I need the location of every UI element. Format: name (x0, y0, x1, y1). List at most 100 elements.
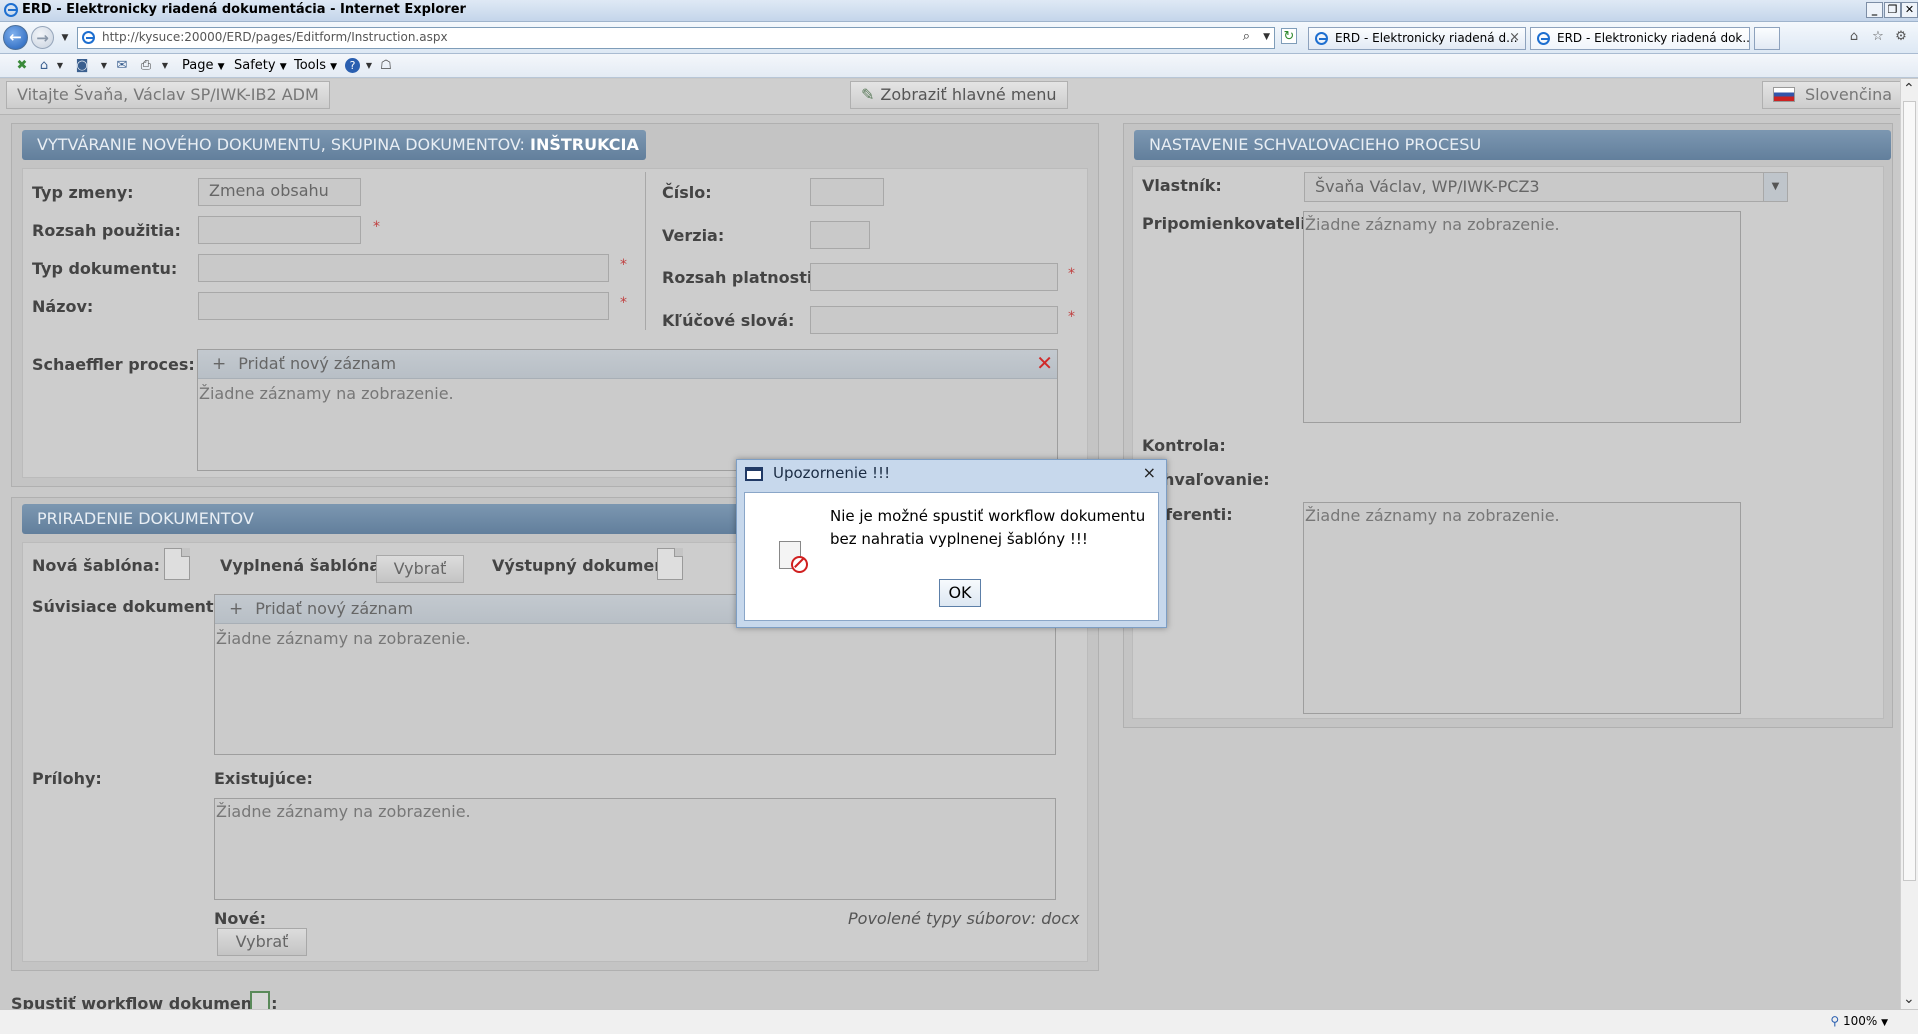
control-label: Kontrola: (1142, 436, 1226, 455)
scroll-down-icon[interactable]: ⌄ (1903, 991, 1915, 1007)
ok-button[interactable]: OK (939, 579, 981, 607)
menu-tools-label: Tools (294, 58, 327, 73)
home-dropdown-icon[interactable]: ▼ (52, 58, 68, 74)
chevron-down-icon[interactable]: ▼ (1763, 173, 1787, 201)
feeds-icon[interactable]: ◙ (74, 58, 90, 74)
pdf-document-icon[interactable] (657, 548, 683, 580)
compatibility-icon[interactable]: ✖ (14, 58, 30, 74)
existing-attachments-list: Žiadne záznamy na zobrazenie. (214, 798, 1056, 900)
address-url[interactable]: http://kysuce:20000/ERD/pages/Editform/I… (102, 30, 448, 44)
help-dropdown-icon[interactable]: ▼ (361, 58, 377, 74)
zoom-level: 100% (1842, 1014, 1878, 1028)
history-dropdown-icon[interactable]: ▼ (57, 30, 73, 46)
attachments-label: Prílohy: (32, 769, 102, 788)
required-mark: * (373, 219, 380, 235)
column-divider (645, 172, 646, 330)
owner-select[interactable]: Švaňa Václav, WP/IWK-PCZ3 ▼ (1304, 172, 1788, 202)
name-label: Názov: (32, 297, 94, 316)
navigation-bar: ← → ▼ http://kysuce:20000/ERD/pages/Edit… (0, 22, 1918, 54)
doc-type-field[interactable] (198, 254, 609, 282)
forward-arrow-icon[interactable]: → (31, 26, 54, 49)
language-label: Slovenčina (1805, 85, 1893, 104)
add-related-document-button[interactable]: + Pridať nový záznam (229, 599, 413, 619)
browser-tab-2-label: ERD - Elektronicky riadená dok... (1557, 31, 1750, 45)
dialog-window-icon (745, 467, 763, 481)
search-icon[interactable]: ⌕ (1243, 29, 1250, 44)
process-grid-header: + Pridať nový záznam ✕ (198, 350, 1057, 379)
zoom-control[interactable]: ⚲ 100% ▼ (1830, 1014, 1888, 1028)
slovak-flag-icon (1773, 87, 1795, 102)
change-type-field[interactable]: Zmena obsahu (198, 178, 361, 206)
version-field[interactable] (810, 221, 870, 249)
browser-tab-1[interactable]: ERD - Elektronicky riadená d... × (1308, 27, 1526, 50)
select-filled-template-button[interactable]: Vybrať (376, 555, 464, 583)
add-process-label: Pridať nový záznam (238, 354, 397, 373)
reviewers-empty-text: Žiadne záznamy na zobrazenie. (1305, 215, 1560, 234)
print-dropdown-icon[interactable]: ▼ (157, 58, 173, 74)
version-label: Verzia: (662, 226, 725, 245)
keywords-field[interactable] (810, 306, 1058, 334)
blocked-document-icon (779, 541, 808, 573)
status-bar: ⚲ 100% ▼ (0, 1009, 1918, 1034)
referents-empty-text: Žiadne záznamy na zobrazenie. (1305, 506, 1560, 525)
refresh-icon[interactable]: ↻ (1281, 28, 1297, 44)
home-toolbar-icon[interactable]: ⌂ (36, 58, 52, 74)
window-titlebar: ERD - Elektronicky riadená dokumentácia … (0, 0, 1918, 22)
new-tab-button[interactable] (1754, 27, 1780, 50)
settings-gear-icon[interactable]: ⚙ (1893, 29, 1909, 45)
usage-scope-label: Rozsah použitia: (32, 221, 181, 240)
close-window-icon[interactable]: ✕ (1901, 2, 1918, 18)
filled-template-label: Vyplnená šablóna: (220, 556, 387, 575)
language-button[interactable]: Slovenčina (1762, 81, 1904, 109)
menu-tools[interactable]: Tools ▼ (294, 58, 337, 73)
process-grid: + Pridať nový záznam ✕ Žiadne záznamy na … (197, 349, 1058, 471)
existing-label: Existujúce: (214, 769, 313, 788)
browser-tab-2[interactable]: ERD - Elektronicky riadená dok... (1530, 27, 1750, 50)
related-documents-label: Súvisiace dokumenty: (32, 597, 231, 616)
usage-scope-field[interactable] (198, 216, 361, 244)
scroll-up-icon[interactable]: ⌃ (1903, 81, 1915, 97)
home-icon[interactable]: ⌂ (1846, 29, 1862, 45)
address-dropdown-icon[interactable]: ▼ (1263, 32, 1270, 42)
change-type-label: Typ zmeny: (32, 183, 134, 202)
back-arrow-icon[interactable]: ← (3, 25, 28, 50)
menu-page[interactable]: Page ▼ (182, 58, 225, 73)
page-header: Vitajte Švaňa, Václav SP/IWK-IB2 ADM ✎ Zo… (0, 79, 1904, 115)
validity-scope-field[interactable] (810, 263, 1058, 291)
research-icon[interactable]: ☖ (378, 58, 394, 74)
warning-dialog: Upozornenie !!! × Nie je možné spustiť w… (736, 459, 1167, 628)
word-document-icon[interactable] (164, 548, 190, 580)
help-icon[interactable]: ? (345, 58, 360, 73)
dialog-close-icon[interactable]: × (1143, 463, 1156, 482)
number-field[interactable] (810, 178, 884, 206)
vertical-scrollbar[interactable]: ⌃ ⌄ (1900, 79, 1918, 1009)
menu-safety[interactable]: Safety ▼ (234, 58, 287, 73)
clear-x-icon[interactable]: ✕ (1036, 349, 1053, 377)
new-template-label: Nová šablóna: (32, 556, 161, 575)
start-workflow-checkbox[interactable] (250, 991, 270, 1011)
new-attachments-label: Nové: (214, 909, 267, 928)
main-menu-button[interactable]: ✎ Zobraziť hlavné menu (850, 81, 1068, 109)
allowed-types-text: Povolené typy súborov: docx (848, 909, 1080, 928)
print-icon[interactable]: ⎙ (138, 58, 154, 74)
menu-page-label: Page (182, 58, 214, 73)
restore-icon[interactable]: ❐ (1884, 2, 1901, 18)
required-mark: * (1068, 266, 1075, 282)
feeds-dropdown-icon[interactable]: ▼ (96, 58, 112, 74)
menu-safety-label: Safety (234, 58, 276, 73)
mail-icon[interactable]: ✉ (114, 58, 130, 74)
favorites-star-icon[interactable]: ☆ (1870, 29, 1886, 45)
address-bar[interactable]: http://kysuce:20000/ERD/pages/Editform/I… (77, 27, 1275, 49)
add-process-button[interactable]: + Pridať nový záznam (212, 354, 397, 374)
minimize-icon[interactable]: _ (1866, 2, 1883, 18)
ie-logo-icon (4, 3, 18, 17)
scroll-thumb[interactable] (1903, 101, 1916, 881)
name-field[interactable] (198, 292, 609, 320)
close-tab-icon[interactable]: × (1509, 30, 1520, 45)
pin-icon: ✎ (861, 85, 875, 104)
dialog-title: Upozornenie !!! (773, 464, 891, 482)
reviewers-list: Žiadne záznamy na zobrazenie. (1303, 211, 1741, 423)
zoom-dropdown-icon: ▼ (1881, 1018, 1888, 1028)
select-attachment-button[interactable]: Vybrať (217, 928, 307, 956)
reviewers-label: Pripomienkovatelia: (1142, 214, 1324, 233)
